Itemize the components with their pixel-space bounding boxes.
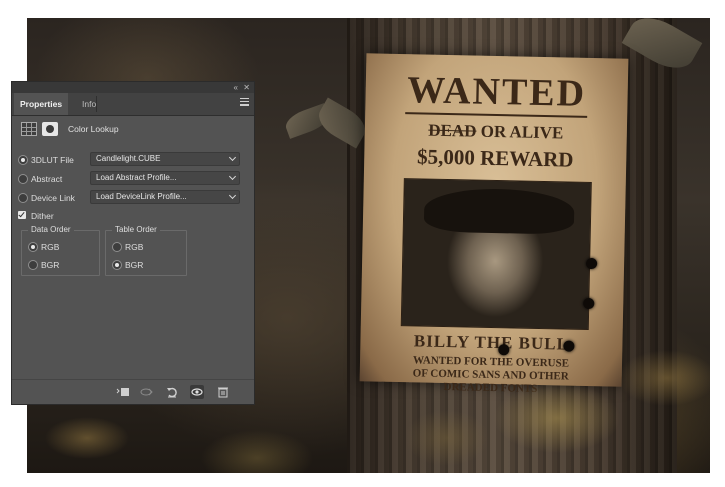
close-icon[interactable]: ✕	[243, 82, 250, 93]
tab-properties[interactable]: Properties	[14, 93, 69, 115]
hat	[423, 187, 575, 235]
clip-to-layer-icon[interactable]	[116, 385, 130, 399]
panel-tabbar: Properties Info	[12, 93, 254, 116]
poster-title: WANTED	[406, 69, 587, 115]
visibility-eye-icon[interactable]	[190, 385, 204, 399]
panel-menu-icon[interactable]	[240, 98, 249, 108]
radio-device-link[interactable]	[18, 193, 28, 203]
tab-divider	[96, 96, 97, 112]
abstract-select[interactable]: Load Abstract Profile...	[90, 171, 240, 185]
adjustment-title: Color Lookup	[68, 124, 119, 134]
bullet-hole	[585, 257, 598, 270]
row-label: Device Link	[31, 193, 75, 203]
foliage	[407, 348, 710, 473]
reset-icon[interactable]	[165, 385, 179, 399]
bullet-hole	[583, 297, 595, 310]
row-dither: Dither	[18, 208, 246, 224]
radio-table-order-bgr[interactable]	[112, 260, 122, 270]
device-link-select[interactable]: Load DeviceLink Profile...	[90, 190, 240, 204]
row-3dlut-file: 3DLUT File Candlelight.CUBE	[18, 152, 246, 168]
row-label: Abstract	[31, 174, 63, 184]
layer-mask-icon[interactable]	[42, 122, 58, 136]
option-label: RGB	[41, 242, 60, 252]
radio-3dlut-file[interactable]	[18, 155, 28, 165]
chevron-down-icon	[228, 153, 237, 162]
group-title: Table Order	[112, 225, 160, 234]
option-label: BGR	[125, 260, 144, 270]
row-device-link: Device Link Load DeviceLink Profile...	[18, 190, 246, 206]
radio-table-order-rgb[interactable]	[112, 242, 122, 252]
data-order-bgr[interactable]: BGR	[28, 259, 98, 271]
option-label: BGR	[41, 260, 60, 270]
trash-icon[interactable]	[216, 385, 230, 399]
select-value: Load Abstract Profile...	[96, 173, 177, 182]
table-order-bgr[interactable]: BGR	[112, 259, 182, 271]
panel-footer	[12, 379, 254, 404]
dither-checkbox[interactable]	[18, 211, 26, 219]
poster-reward: $5,000 REWARD	[416, 144, 574, 172]
view-previous-state-icon[interactable]	[140, 385, 154, 399]
chevron-down-icon	[228, 191, 237, 200]
option-label: RGB	[125, 242, 144, 252]
row-label: 3DLUT File	[31, 155, 74, 165]
radio-abstract[interactable]	[18, 174, 28, 184]
wanted-poster: WANTED DEAD OR ALIVE $5,000 REWARD BILLY…	[359, 53, 629, 395]
color-lookup-adjustment-icon[interactable]	[21, 122, 37, 136]
data-order-rgb[interactable]: RGB	[28, 241, 98, 253]
poster-or-alive: OR ALIVE	[480, 121, 564, 143]
adjustment-header: Color Lookup	[20, 121, 246, 143]
3dlut-file-select[interactable]: Candlelight.CUBE	[90, 152, 240, 166]
radio-data-order-rgb[interactable]	[28, 242, 38, 252]
poster-subtitle: DEAD OR ALIVE	[365, 119, 627, 144]
properties-panel: « ✕ Properties Info Color Lookup 3DLUT F…	[11, 81, 255, 405]
tab-info[interactable]: Info	[76, 93, 102, 115]
poster-portrait	[400, 178, 592, 331]
row-abstract: Abstract Load Abstract Profile...	[18, 171, 246, 187]
data-order-group: Data Order RGB BGR	[21, 225, 100, 276]
table-order-group: Table Order RGB BGR	[105, 225, 187, 276]
chevron-down-icon	[228, 172, 237, 181]
table-order-rgb[interactable]: RGB	[112, 241, 182, 253]
select-value: Candlelight.CUBE	[96, 154, 161, 163]
radio-data-order-bgr[interactable]	[28, 260, 38, 270]
select-value: Load DeviceLink Profile...	[96, 192, 187, 201]
group-title: Data Order	[28, 225, 74, 234]
panel-titlebar[interactable]: « ✕	[12, 82, 254, 93]
collapse-icon[interactable]: «	[234, 82, 238, 93]
dither-label: Dither	[31, 211, 54, 221]
poster-dead-word: DEAD	[428, 120, 477, 141]
